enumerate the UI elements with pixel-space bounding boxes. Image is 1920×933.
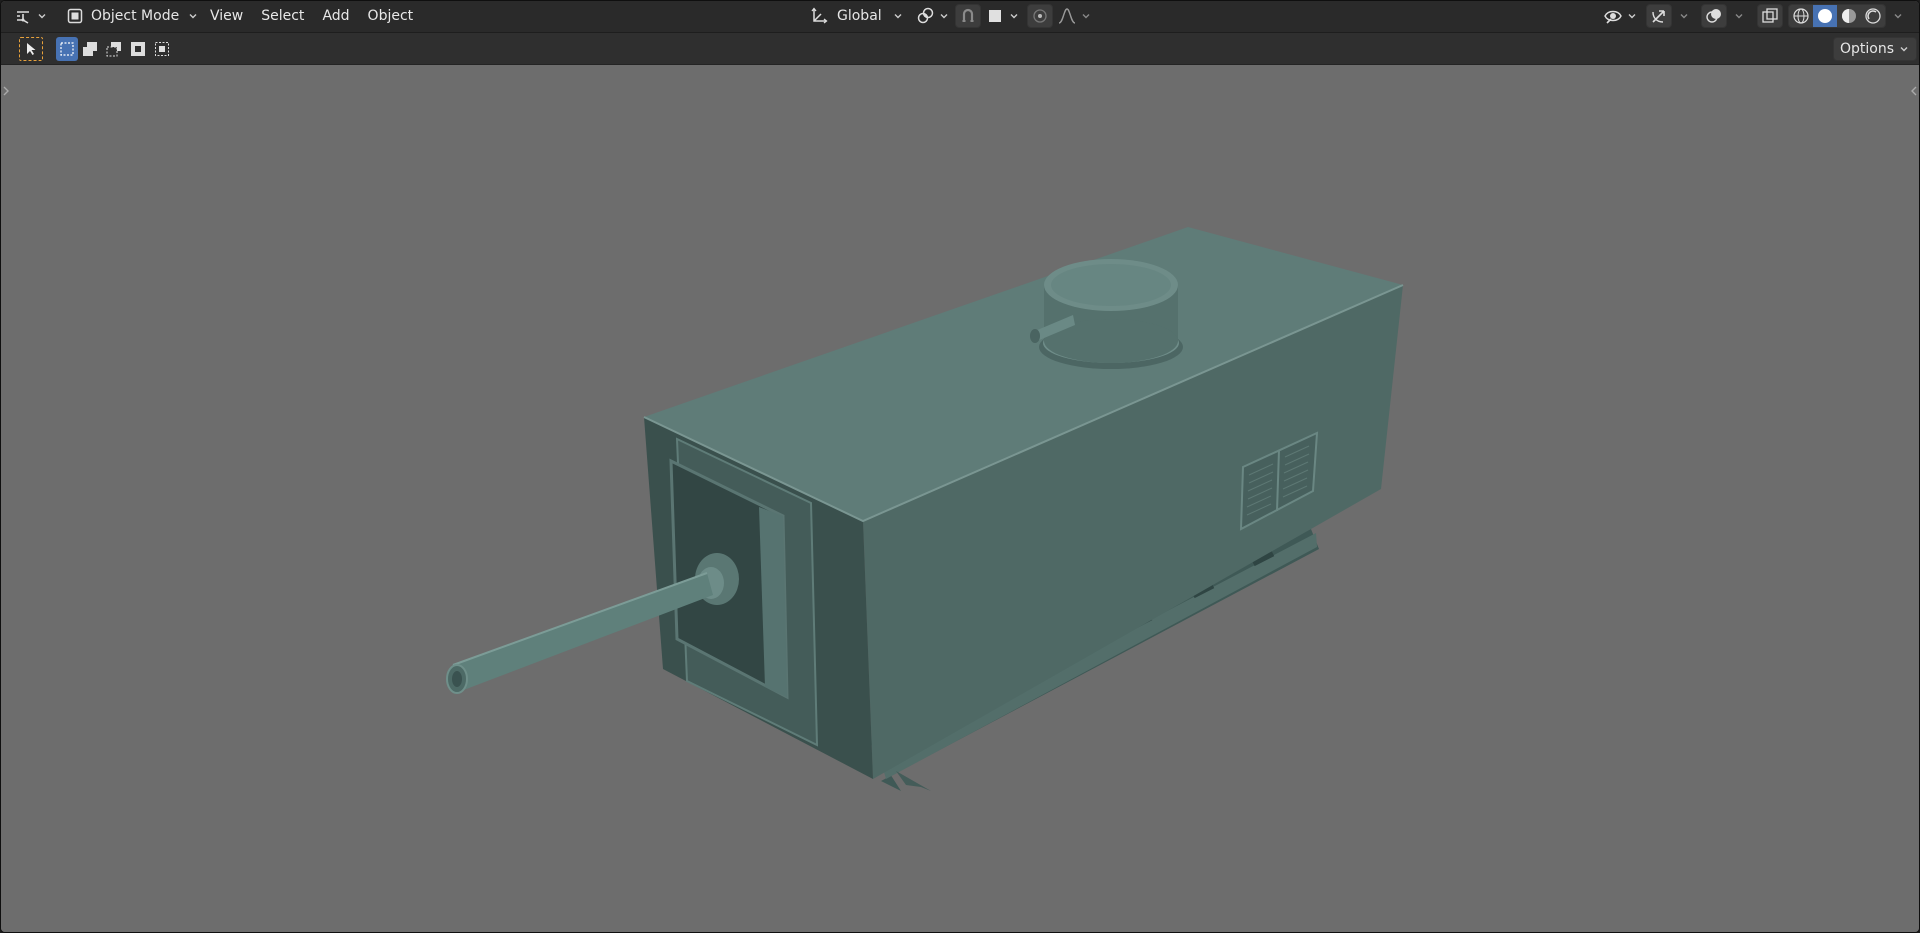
solid-shading-button[interactable]: [1813, 5, 1837, 27]
falloff-selector[interactable]: [1055, 4, 1094, 28]
falloff-curve-icon: [1058, 8, 1076, 24]
mode-subtract-button[interactable]: [102, 37, 126, 61]
viewport-header: Object Mode View Select Add Object Globa…: [1, 1, 1919, 33]
wireframe-shading-button[interactable]: [1789, 5, 1813, 27]
mode-label: Object Mode: [91, 8, 180, 24]
select-invert-icon: [131, 42, 145, 56]
chevron-down-icon: [894, 14, 902, 19]
chevron-down-icon: [1628, 14, 1636, 19]
select-set-icon: [60, 42, 74, 56]
select-intersect-icon: [155, 42, 169, 56]
shading-options[interactable]: [1889, 4, 1904, 28]
pivot-point-selector[interactable]: [913, 4, 952, 28]
proportional-edit-icon: [1033, 9, 1047, 23]
visibility-selector[interactable]: [1601, 4, 1640, 28]
overlay-toggle[interactable]: [1701, 4, 1727, 28]
snap-icon: [962, 8, 974, 22]
turret-cupola: [1030, 259, 1183, 369]
proportional-edit-toggle[interactable]: [1027, 4, 1053, 28]
rendered-shading-icon: [1865, 8, 1881, 24]
overlay-options[interactable]: [1730, 4, 1745, 28]
menu-select[interactable]: Select: [252, 4, 313, 28]
chevron-down-icon: [1735, 14, 1743, 19]
menu-view[interactable]: View: [201, 4, 252, 28]
mode-extend-button[interactable]: [78, 37, 102, 61]
right-panel-toggle-icon[interactable]: [1910, 85, 1918, 97]
wireframe-shading-icon: [1793, 8, 1809, 24]
tool-settings-header: Options: [1, 33, 1919, 65]
chevron-down-icon: [1900, 47, 1908, 52]
3d-viewport[interactable]: [1, 65, 1919, 932]
mode-intersect-button[interactable]: [150, 37, 174, 61]
eye-icon: [1604, 10, 1622, 24]
shading-mode-buttons: [1788, 4, 1886, 28]
menu-add[interactable]: Add: [313, 4, 358, 28]
gizmo-icon: [1652, 10, 1665, 23]
overlay-icon: [1706, 9, 1721, 23]
transform-orientation-icon: [811, 7, 828, 24]
solid-shading-icon: [1818, 9, 1832, 23]
editor-type-selector[interactable]: [9, 4, 52, 28]
editor-type-icon: [17, 11, 29, 24]
xray-icon: [1762, 8, 1778, 23]
chevron-down-icon: [38, 14, 46, 19]
chevron-down-icon: [1894, 14, 1902, 19]
selection-mode-buttons: [56, 37, 174, 61]
options-dropdown[interactable]: Options: [1833, 37, 1918, 61]
chevron-down-icon: [940, 14, 948, 19]
snap-target-selector[interactable]: [983, 4, 1022, 28]
object-mode-icon: [67, 8, 83, 24]
gizmo-options[interactable]: [1675, 4, 1690, 28]
blender-3d-viewport-window: Object Mode View Select Add Object Globa…: [0, 0, 1920, 933]
snap-toggle[interactable]: [955, 4, 981, 28]
pivot-point-icon: [917, 7, 934, 24]
tank-model[interactable]: [1, 65, 1919, 932]
menu-object[interactable]: Object: [359, 4, 423, 28]
left-panel-toggle-icon[interactable]: [2, 85, 10, 97]
chevron-down-icon: [189, 14, 197, 19]
mode-invert-button[interactable]: [126, 37, 150, 61]
active-tool-button[interactable]: [19, 37, 43, 61]
select-cursor-icon: [27, 43, 36, 55]
mode-selector[interactable]: Object Mode: [59, 4, 205, 28]
mode-set-button[interactable]: [56, 37, 78, 61]
select-extend-icon: [83, 42, 97, 56]
snap-increment-icon: [989, 10, 1001, 22]
options-label: Options: [1840, 41, 1895, 57]
header-menus: View Select Add Object: [201, 4, 422, 28]
chevron-down-icon: [1082, 14, 1090, 19]
gizmo-toggle[interactable]: [1646, 4, 1672, 28]
chevron-down-icon: [1680, 14, 1688, 19]
orientation-label: Global: [837, 8, 882, 24]
material-shading-button[interactable]: [1837, 5, 1861, 27]
material-shading-icon: [1842, 9, 1856, 23]
chevron-down-icon: [1010, 14, 1018, 19]
rendered-shading-button[interactable]: [1861, 5, 1885, 27]
select-subtract-icon: [106, 42, 121, 57]
transform-orientation-selector[interactable]: Global: [805, 4, 908, 28]
xray-toggle[interactable]: [1757, 4, 1783, 28]
